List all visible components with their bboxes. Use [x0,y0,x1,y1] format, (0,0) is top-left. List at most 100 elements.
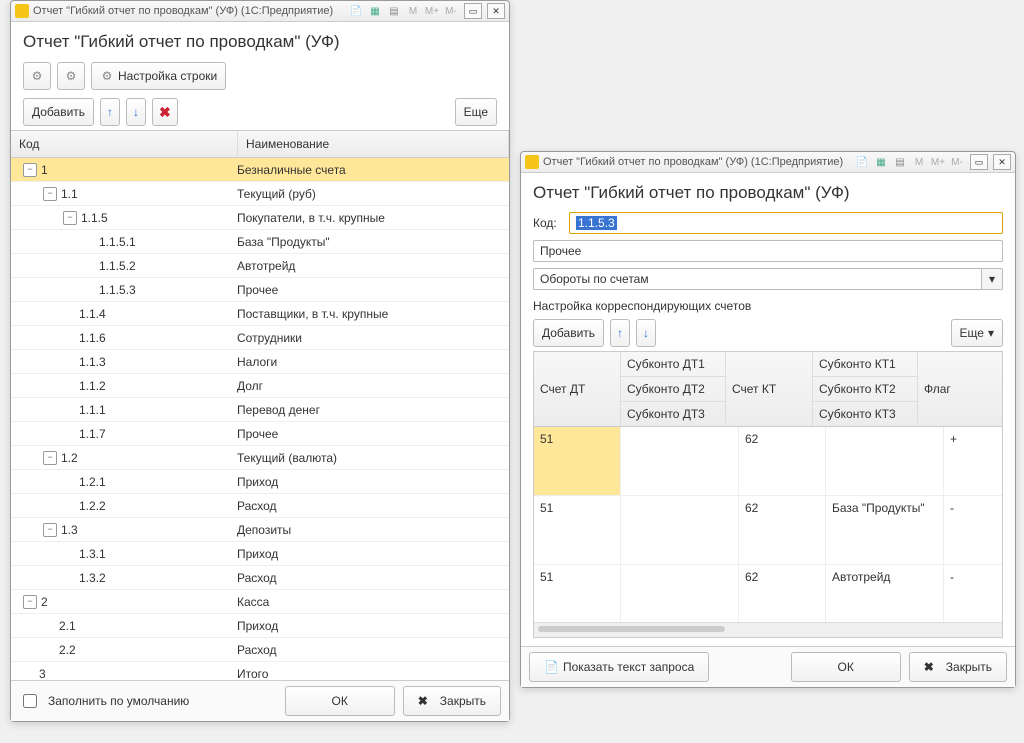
grid-cell[interactable] [621,496,739,564]
grid-cell[interactable]: 62 [739,496,826,564]
dropdown-toggle[interactable]: ▾ [982,268,1003,290]
col-kt[interactable]: Счет КТ [726,352,813,426]
move-down-button[interactable]: ↓ [636,319,656,347]
tree-row[interactable]: 1.1.5.1База "Продукты" [11,230,509,254]
m-minus-btn[interactable]: M- [443,3,459,19]
move-up-button[interactable]: ↑ [610,319,630,347]
grid-cell[interactable] [621,565,739,622]
titlebar[interactable]: Отчет "Гибкий отчет по проводкам" (УФ) (… [521,152,1015,173]
move-down-button[interactable]: ↓ [126,98,146,126]
tree-row[interactable]: −2Касса [11,590,509,614]
tree-row[interactable]: 1.1.3Налоги [11,350,509,374]
tree-row[interactable]: 1.3.1Приход [11,542,509,566]
col-sub-dt2[interactable]: Субконто ДТ2 [621,377,726,402]
tree-row[interactable]: −1.1Текущий (руб) [11,182,509,206]
m-plus-btn[interactable]: M+ [424,3,440,19]
m-plus-btn[interactable]: M+ [930,154,946,170]
close-button[interactable]: ✕ [993,154,1011,170]
tree-row[interactable]: 1.1.2Долг [11,374,509,398]
show-query-button[interactable]: 📄 Показать текст запроса [529,652,709,682]
grid-row[interactable]: 51 62 + [534,427,1002,496]
m-btn[interactable]: M [405,3,421,19]
grid-cell[interactable]: 62 [739,427,826,495]
ok-button[interactable]: ОК [285,686,395,716]
type-dropdown[interactable]: Обороты по счетам [533,268,982,290]
tree-row[interactable]: −1.3Депозиты [11,518,509,542]
tree-row[interactable]: 1.1.4Поставщики, в т.ч. крупные [11,302,509,326]
col-sub-kt2[interactable]: Субконто КТ2 [813,377,918,402]
fill-default-checkbox[interactable] [23,694,37,708]
grid-cell[interactable]: База "Продукты" [826,496,944,564]
tree-row[interactable]: 3Итого [11,662,509,680]
close-button-bottom[interactable]: ✖Закрыть [403,686,501,716]
close-button[interactable]: ✕ [487,3,505,19]
col-sub-kt3[interactable]: Субконто КТ3 [813,402,918,426]
code-input[interactable]: 1.1.5.3 [569,212,1003,234]
grid-row[interactable]: 51 62База "Продукты"- [534,496,1002,565]
tree-toggle[interactable]: − [23,163,37,177]
tree-toggle[interactable]: − [63,211,77,225]
ok-button[interactable]: ОК [791,652,901,682]
col-sub-dt3[interactable]: Субконто ДТ3 [621,402,726,426]
tree-row[interactable]: 1.1.1Перевод денег [11,398,509,422]
col-dt[interactable]: Счет ДТ [534,352,621,426]
m-btn[interactable]: M [911,154,927,170]
add-button[interactable]: Добавить [533,319,604,347]
tree-toggle[interactable]: − [43,523,57,537]
tree-row[interactable]: 1.1.5.3Прочее [11,278,509,302]
grid-cell[interactable]: - [944,565,996,622]
tree-row[interactable]: 2.2Расход [11,638,509,662]
add-button[interactable]: Добавить [23,98,94,126]
calendar-icon[interactable]: ▦ [873,154,889,170]
grid-hscroll[interactable] [534,622,1002,637]
tree-row[interactable]: 1.1.5.2Автотрейд [11,254,509,278]
tree-row[interactable]: −1.2Текущий (валюта) [11,446,509,470]
col-sub-dt1[interactable]: Субконто ДТ1 [621,352,726,377]
print-icon[interactable]: 📄 [854,154,870,170]
grid-row[interactable]: 51 62Автотрейд- [534,565,1002,622]
tree-body[interactable]: −1Безналичные счета−1.1Текущий (руб)−1.1… [11,158,509,680]
grid-cell[interactable]: 62 [739,565,826,622]
calc-icon[interactable]: ▤ [386,3,402,19]
tree-toggle[interactable]: − [43,187,57,201]
grid-cell[interactable]: Автотрейд [826,565,944,622]
close-button-bottom[interactable]: ✖Закрыть [909,652,1007,682]
tree-row[interactable]: 1.1.6Сотрудники [11,326,509,350]
titlebar[interactable]: Отчет "Гибкий отчет по проводкам" (УФ) (… [11,1,509,22]
col-sub-kt1[interactable]: Субконто КТ1 [813,352,918,377]
row-settings-button[interactable]: ⚙Настройка строки [91,62,226,90]
delete-button[interactable]: ✖ [152,98,178,126]
grid-body[interactable]: 5162+5162База "Продукты"-5162Автотрейд- [534,427,1002,622]
grid-cell[interactable] [621,427,739,495]
tree-row[interactable]: 1.3.2Расход [11,566,509,590]
name-input[interactable]: Прочее [533,240,1003,262]
calc-icon[interactable]: ▤ [892,154,908,170]
tree-row[interactable]: −1Безналичные счета [11,158,509,182]
print-icon[interactable]: 📄 [348,3,364,19]
grid-cell[interactable]: 51 [534,496,621,564]
tree-toggle[interactable]: − [43,451,57,465]
tree-row[interactable]: 1.2.2Расход [11,494,509,518]
col-code[interactable]: Код [11,131,238,157]
minimize-button[interactable]: ▭ [970,154,988,170]
grid-cell[interactable]: 51 [534,565,621,622]
grid-cell[interactable] [826,427,944,495]
more-button[interactable]: Еще [455,98,497,126]
grid-cell[interactable]: - [944,496,996,564]
tool-btn-2[interactable]: ⚙ [57,62,85,90]
col-name[interactable]: Наименование [238,131,509,157]
tree-row[interactable]: 1.2.1Приход [11,470,509,494]
move-up-button[interactable]: ↑ [100,98,120,126]
tree-toggle[interactable]: − [23,595,37,609]
m-minus-btn[interactable]: M- [949,154,965,170]
tool-btn-1[interactable]: ⚙ [23,62,51,90]
tree-row[interactable]: −1.1.5Покупатели, в т.ч. крупные [11,206,509,230]
more-button[interactable]: Еще ▾ [951,319,1003,347]
grid-cell[interactable]: 51 [534,427,621,495]
tree-row[interactable]: 2.1Приход [11,614,509,638]
grid-cell[interactable]: + [944,427,996,495]
minimize-button[interactable]: ▭ [464,3,482,19]
col-flag[interactable]: Флаг [918,352,970,426]
tree-row[interactable]: 1.1.7Прочее [11,422,509,446]
calendar-icon[interactable]: ▦ [367,3,383,19]
